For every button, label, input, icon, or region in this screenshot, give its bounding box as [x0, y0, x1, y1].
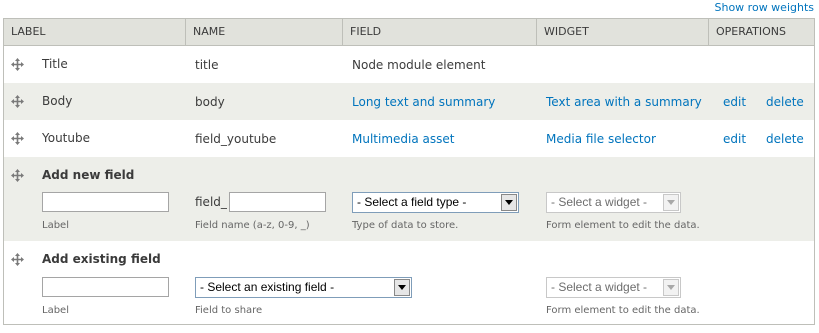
drag-handle-icon[interactable] [11, 132, 24, 145]
fields-table: LABEL NAME FIELD WIDGET OPERATIONS Title… [3, 18, 815, 325]
existing-field-label-description: Label [42, 305, 69, 316]
delete-link[interactable]: delete [766, 132, 804, 146]
table-row: Youtube field_youtube Multimedia asset M… [4, 120, 814, 157]
new-field-name-description: Field name (a-z, 0-9, _) [195, 220, 310, 231]
header-field: FIELD [342, 19, 536, 45]
table-row: Body body Long text and summary Text are… [4, 83, 814, 120]
row-field-link[interactable]: Long text and summary [352, 95, 495, 109]
header-label: LABEL [11, 25, 46, 38]
show-row-weights-link[interactable]: Show row weights [715, 1, 815, 14]
add-existing-field-title: Add existing field [42, 252, 161, 266]
new-field-label-description: Label [42, 220, 69, 231]
drag-handle-icon[interactable] [11, 253, 24, 266]
row-field: Node module element [352, 58, 486, 72]
new-field-widget-description: Form element to edit the data. [546, 220, 700, 231]
row-label: Title [42, 57, 68, 71]
drag-handle-icon[interactable] [11, 58, 24, 71]
edit-link[interactable]: edit [723, 95, 746, 109]
drag-handle-icon[interactable] [11, 169, 24, 182]
row-name: body [195, 95, 225, 109]
chevron-down-icon[interactable] [663, 279, 679, 296]
existing-field-widget-select[interactable]: - Select a widget - [546, 277, 681, 298]
field-name-prefix: field_ [195, 195, 227, 209]
existing-field-widget-select-value: - Select a widget - [551, 280, 648, 294]
delete-link[interactable]: delete [766, 95, 804, 109]
edit-link[interactable]: edit [723, 132, 746, 146]
field-type-select-value: - Select a field type - [357, 195, 467, 209]
chevron-down-icon[interactable] [663, 194, 679, 211]
new-field-label-input[interactable] [42, 192, 169, 212]
row-widget-link[interactable]: Text area with a summary [546, 95, 702, 109]
row-name: title [195, 58, 219, 72]
existing-field-select-value: - Select an existing field - [200, 280, 335, 294]
header-operations: OPERATIONS [708, 19, 814, 45]
new-field-name-input[interactable] [229, 192, 326, 212]
row-field-link[interactable]: Multimedia asset [352, 132, 454, 146]
field-type-description: Type of data to store. [352, 220, 459, 231]
drag-handle-icon[interactable] [11, 95, 24, 108]
new-field-widget-select-value: - Select a widget - [551, 195, 648, 209]
add-new-field-row: Add new field Label field_ Field name (a… [4, 157, 814, 241]
existing-field-description: Field to share [195, 305, 263, 316]
existing-field-label-input[interactable] [42, 277, 169, 297]
new-field-widget-select[interactable]: - Select a widget - [546, 192, 681, 213]
add-new-field-title: Add new field [42, 168, 135, 182]
row-name: field_youtube [195, 132, 277, 146]
existing-field-select[interactable]: - Select an existing field - [195, 277, 412, 298]
row-label: Body [42, 94, 73, 108]
table-header: LABEL NAME FIELD WIDGET OPERATIONS [4, 19, 814, 46]
field-type-select[interactable]: - Select a field type - [352, 192, 519, 213]
add-existing-field-row: Add existing field Label - Select an exi… [4, 241, 814, 324]
table-row: Title title Node module element [4, 46, 814, 83]
top-bar: Show row weights [0, 0, 819, 18]
header-name: NAME [185, 19, 342, 45]
row-label: Youtube [42, 131, 90, 145]
chevron-down-icon[interactable] [501, 194, 517, 211]
header-widget: WIDGET [536, 19, 708, 45]
existing-field-widget-description: Form element to edit the data. [546, 305, 700, 316]
row-widget-link[interactable]: Media file selector [546, 132, 656, 146]
chevron-down-icon[interactable] [394, 279, 410, 296]
